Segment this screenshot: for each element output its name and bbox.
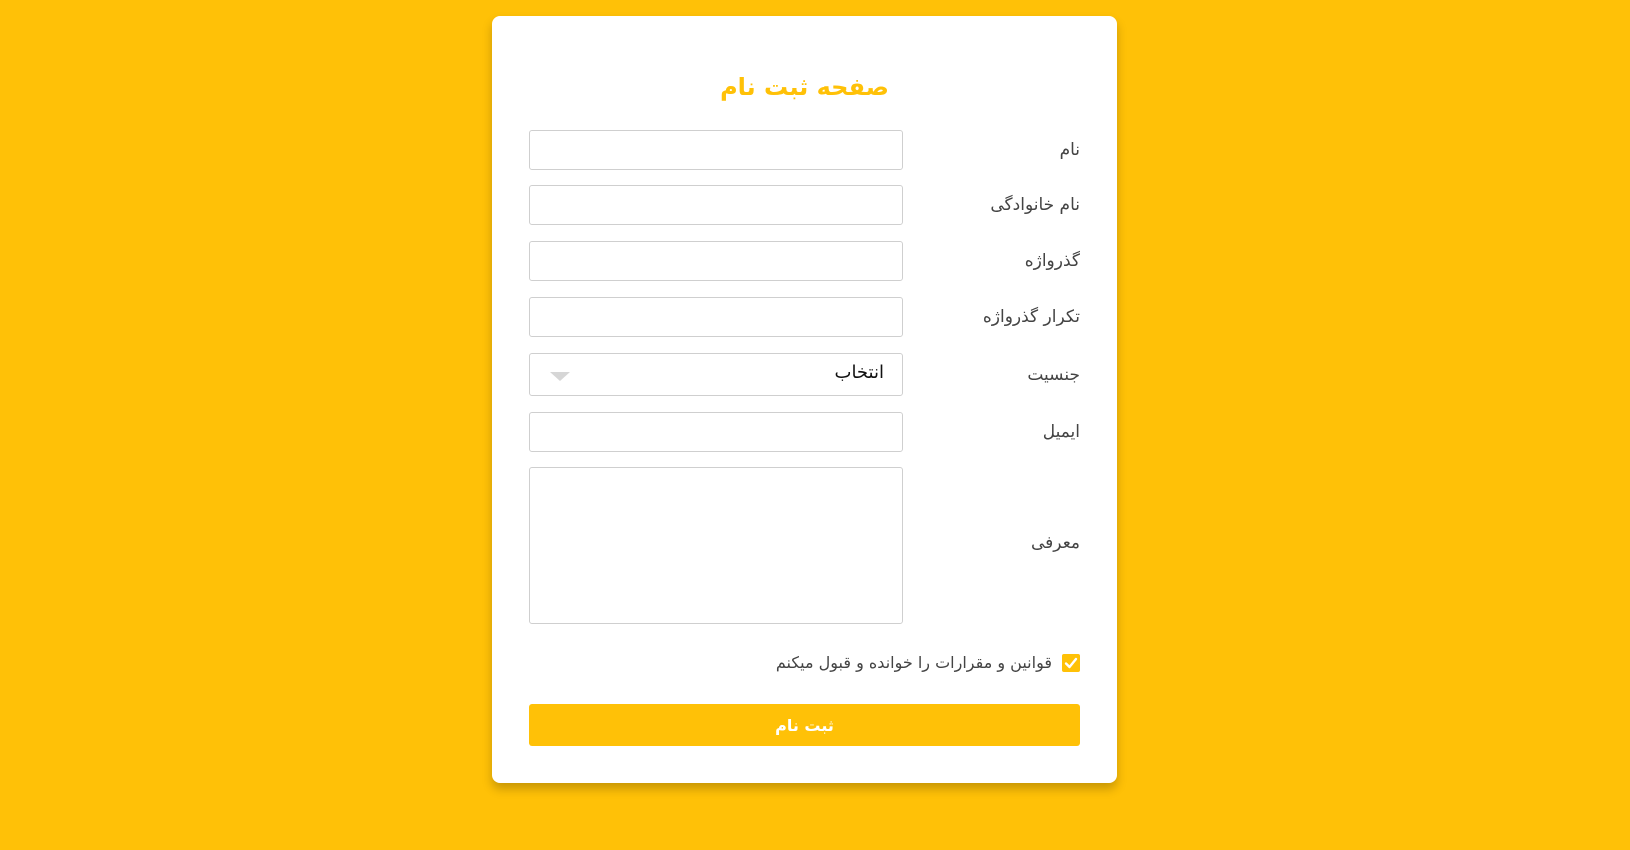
checkmark-icon (1064, 657, 1078, 668)
bio-label: معرفی (1031, 533, 1080, 553)
chevron-down-icon (550, 372, 570, 381)
last-name-label: نام خانوادگی (990, 195, 1080, 215)
password-input[interactable] (529, 241, 903, 281)
email-row: ایمیل (529, 412, 1080, 452)
first-name-label: نام (1059, 140, 1080, 160)
registration-card: صفحه ثبت نام نام نام خانوادگی گذرواژه تک… (492, 16, 1117, 783)
password-confirm-label: تکرار گذرواژه (982, 307, 1080, 327)
first-name-row: نام (529, 130, 1080, 170)
bio-row: معرفی (529, 467, 1080, 624)
terms-label: قوانین و مقرارات را خوانده و قبول میکنم (775, 653, 1052, 672)
page-title: صفحه ثبت نام (720, 73, 889, 101)
terms-checkbox[interactable] (1062, 653, 1080, 672)
password-row: گذرواژه (529, 241, 1080, 281)
email-label: ایمیل (1042, 422, 1080, 442)
submit-button[interactable]: ثبت نام (529, 704, 1080, 746)
last-name-row: نام خانوادگی (529, 185, 1080, 225)
gender-selected-value: انتخاب (834, 362, 885, 383)
last-name-input[interactable] (529, 185, 903, 225)
bio-textarea[interactable] (529, 467, 903, 624)
email-input[interactable] (529, 412, 903, 452)
first-name-input[interactable] (529, 130, 903, 170)
password-label: گذرواژه (1024, 251, 1080, 271)
gender-label: جنسیت (1027, 365, 1080, 385)
password-confirm-input[interactable] (529, 297, 903, 337)
gender-row: جنسیت انتخاب (529, 353, 1080, 396)
password-confirm-row: تکرار گذرواژه (529, 297, 1080, 337)
terms-row: قوانین و مقرارات را خوانده و قبول میکنم (776, 653, 1080, 672)
gender-select[interactable]: انتخاب (529, 353, 903, 396)
